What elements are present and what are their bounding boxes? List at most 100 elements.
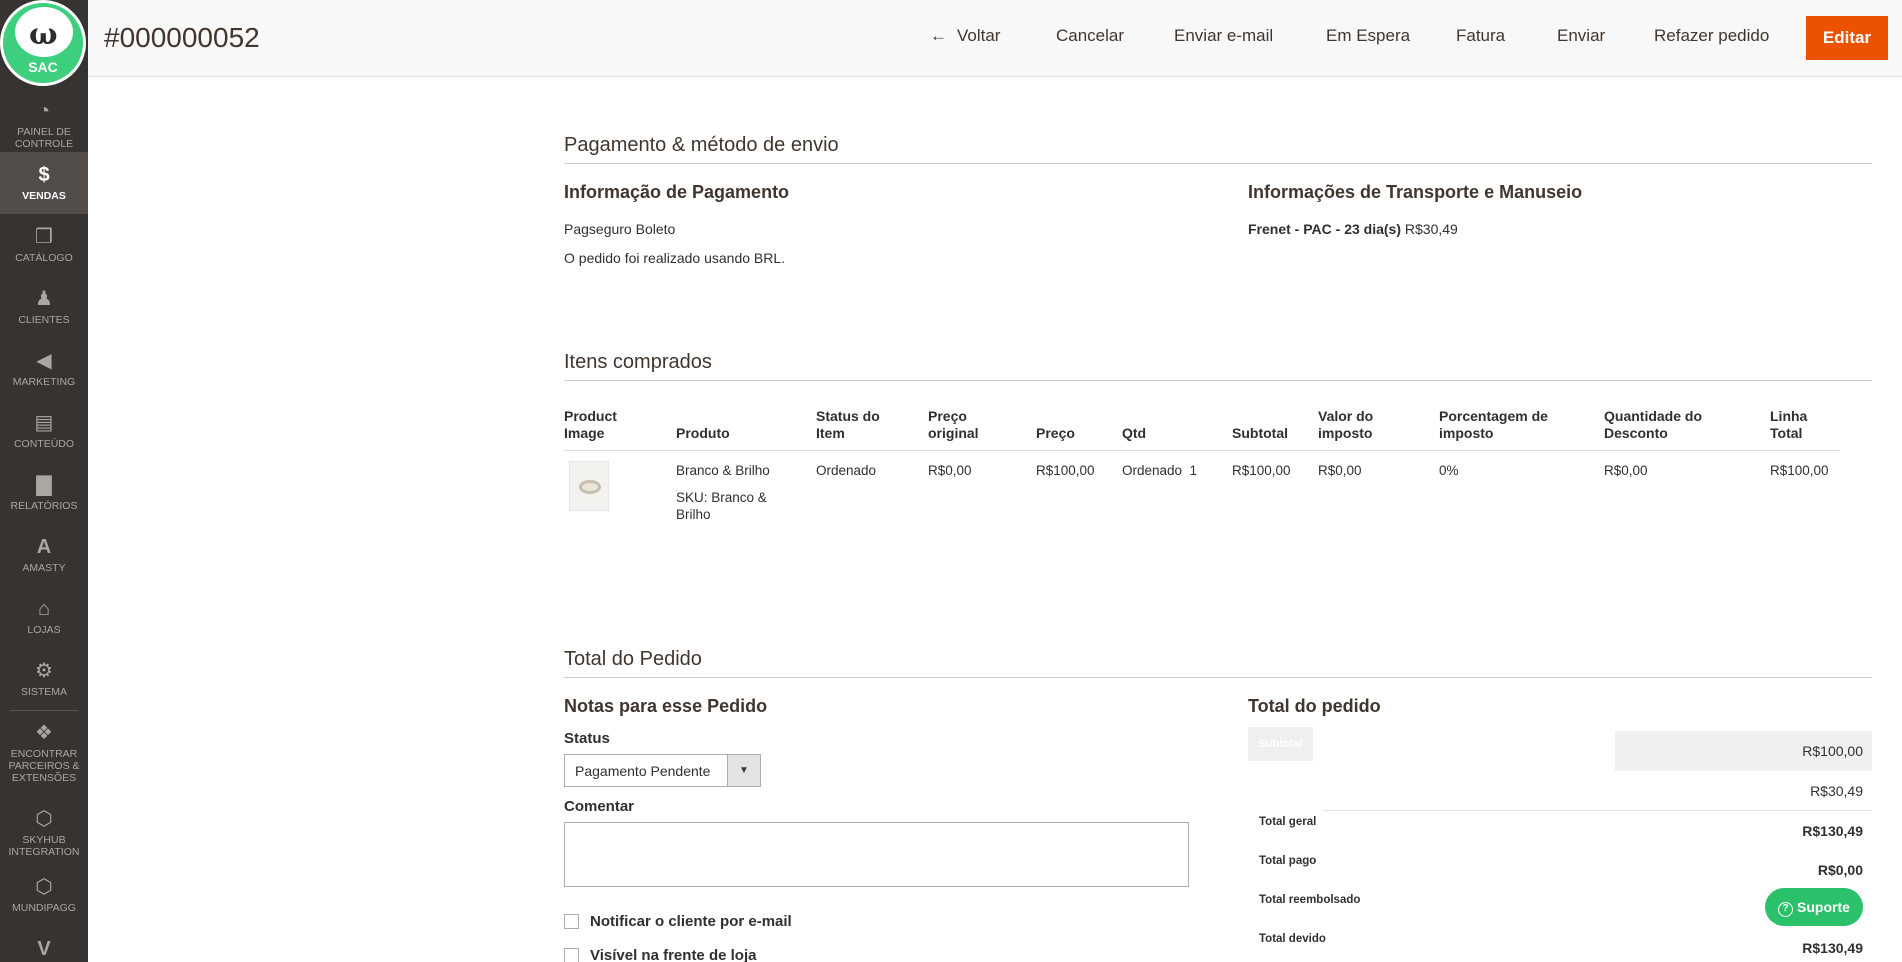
nav-find-partners[interactable]: ❖ ENCONTRAR PARCEIROS & EXTENSÕES xyxy=(0,722,88,784)
page-title: #000000052 xyxy=(104,22,260,53)
col-header-tax-percent: Porcentagem de imposto xyxy=(1439,408,1548,442)
col-header-status: Status do Item xyxy=(816,408,880,442)
nav-reports[interactable]: ▇ RELATÓRIOS xyxy=(0,474,88,512)
nav-label: MARKETING xyxy=(12,376,76,388)
qty: Ordenado 1 xyxy=(1122,463,1198,478)
price: R$100,00 xyxy=(1036,463,1095,478)
notify-checkbox[interactable] xyxy=(564,914,579,929)
original-price: R$0,00 xyxy=(928,463,972,478)
header-line: Total xyxy=(1770,425,1803,441)
cube-icon: ❖ xyxy=(35,722,53,744)
payment-info-title: Informação de Pagamento xyxy=(564,182,790,202)
header-line: original xyxy=(928,425,979,441)
edit-button[interactable]: Editar xyxy=(1806,16,1888,60)
back-button[interactable]: ← Voltar xyxy=(930,26,1000,46)
shipping-info-title: Informações de Transporte e Manuseio xyxy=(1248,182,1583,202)
nav-dashboard[interactable]: ◔ PAINEL DE CONTROLE xyxy=(0,100,88,150)
notes-title: Notas para esse Pedido xyxy=(564,696,768,716)
nav-label: VENDAS xyxy=(22,190,66,202)
col-header-discount: Quantidade do Desconto xyxy=(1604,408,1702,442)
nav-customers[interactable]: ♟ CLIENTES xyxy=(0,288,88,326)
col-header-qty: Qtd xyxy=(1122,408,1146,442)
row-total: R$100,00 xyxy=(1770,463,1829,478)
reorder-button[interactable]: Refazer pedido xyxy=(1654,26,1769,46)
sac-logo[interactable]: ω SAC xyxy=(0,0,86,86)
nav-label: ENCONTRAR xyxy=(10,748,78,760)
nav-marketing[interactable]: ◀ MARKETING xyxy=(0,350,88,388)
header-line: Image xyxy=(564,425,605,441)
sku-line: Brilho xyxy=(676,507,711,522)
nav-stores[interactable]: ⌂ LOJAS xyxy=(0,598,88,636)
nav-label: MUNDIPAGG xyxy=(12,902,76,914)
nav-catalog[interactable]: ❒ CATÁLOGO xyxy=(0,226,88,264)
nav-sales[interactable]: $ VENDAS xyxy=(0,152,88,214)
header-line: Qtd xyxy=(1122,425,1147,441)
nav-label: RELATÓRIOS xyxy=(10,500,78,512)
header-line: imposto xyxy=(1439,425,1494,441)
order-totals-title: Total do pedido xyxy=(1248,696,1381,716)
header-line: Subtotal xyxy=(1232,425,1288,441)
discount-amount: R$0,00 xyxy=(1604,463,1648,478)
logo-text: SAC xyxy=(28,59,58,75)
subtotal-label: Subtotal xyxy=(1248,727,1313,761)
back-label: Voltar xyxy=(957,26,1001,45)
subtotal-value: R$100,00 xyxy=(1802,743,1863,759)
header-line: Item xyxy=(816,425,845,441)
nav-label: CONTEÚDO xyxy=(13,438,75,450)
table-divider xyxy=(564,450,1840,451)
nav-system[interactable]: ⚙ SISTEMA xyxy=(0,660,88,698)
nav-label: SISTEMA xyxy=(20,686,68,698)
tax-percent: 0% xyxy=(1439,463,1459,478)
nav-label: PAINEL DE xyxy=(17,126,71,138)
order-total-section-title: Total do Pedido xyxy=(564,648,1872,678)
cancel-button[interactable]: Cancelar xyxy=(1056,26,1124,46)
nav-mundipagg[interactable]: ⬡ MUNDIPAGG xyxy=(0,876,88,914)
visible-checkbox[interactable] xyxy=(564,948,579,962)
product-sku: SKU: Branco & Brilho xyxy=(676,489,767,523)
hold-button[interactable]: Em Espera xyxy=(1326,26,1410,46)
shipping-total-value: R$30,49 xyxy=(1810,783,1863,799)
box-icon: ❒ xyxy=(35,226,53,248)
totals-divider xyxy=(1323,810,1872,811)
due-total-label: Total devido xyxy=(1259,933,1326,945)
header-line: Quantidade do xyxy=(1604,408,1702,424)
nav-amasty[interactable]: a AMASTY xyxy=(0,536,88,574)
nav-skyhub[interactable]: ⬡ SKYHUB INTEGRATION xyxy=(0,808,88,858)
header-line: Preço xyxy=(1036,425,1075,441)
invoice-button[interactable]: Fatura xyxy=(1456,26,1505,46)
nav-label: AMASTY xyxy=(22,562,66,574)
product-thumbnail[interactable] xyxy=(569,461,609,511)
page-header: #000000052 ← Voltar Cancelar Enviar e-mai… xyxy=(88,0,1902,77)
support-button[interactable]: ? Suporte xyxy=(1765,888,1863,926)
header-line: Produto xyxy=(676,425,730,441)
ship-button[interactable]: Enviar xyxy=(1557,26,1605,46)
status-select[interactable]: Pagamento Pendente ▼ xyxy=(564,754,761,787)
v-icon: V xyxy=(37,938,51,960)
grand-total-value: R$130,49 xyxy=(1802,823,1863,839)
refunded-total-label: Total reembolsado xyxy=(1259,894,1361,906)
dashboard-icon: ◔ xyxy=(37,100,51,122)
nav-content[interactable]: ▤ CONTEÚDO xyxy=(0,412,88,450)
nav-divider xyxy=(10,710,78,711)
shipping-method: Frenet - PAC - 23 dia(s) xyxy=(1248,221,1401,237)
nav-label: CLIENTES xyxy=(18,314,70,326)
nav-v[interactable]: V xyxy=(0,938,88,962)
status-label: Status xyxy=(564,730,610,747)
shipping-price: R$30,49 xyxy=(1404,221,1458,237)
currency-note: O pedido foi realizado usando BRL. xyxy=(564,250,786,266)
nav-label: PARCEIROS & xyxy=(8,760,80,772)
comment-textarea[interactable] xyxy=(564,822,1189,887)
grand-total-label: Total geral xyxy=(1259,816,1317,828)
paid-total-label: Total pago xyxy=(1259,855,1317,867)
paid-total-value: R$0,00 xyxy=(1817,862,1863,878)
amasty-icon: a xyxy=(36,536,52,558)
hexagon-icon: ⬡ xyxy=(35,808,53,830)
layout-icon: ▤ xyxy=(34,412,54,434)
send-email-button[interactable]: Enviar e-mail xyxy=(1174,26,1273,46)
header-line: Valor do xyxy=(1318,408,1374,424)
support-label: Suporte xyxy=(1797,899,1850,915)
item-status: Ordenado xyxy=(816,463,877,478)
product-name: Branco & Brilho xyxy=(676,463,770,478)
col-header-image: Product Image xyxy=(564,408,617,442)
notify-label: Notificar o cliente por e-mail xyxy=(590,913,792,930)
